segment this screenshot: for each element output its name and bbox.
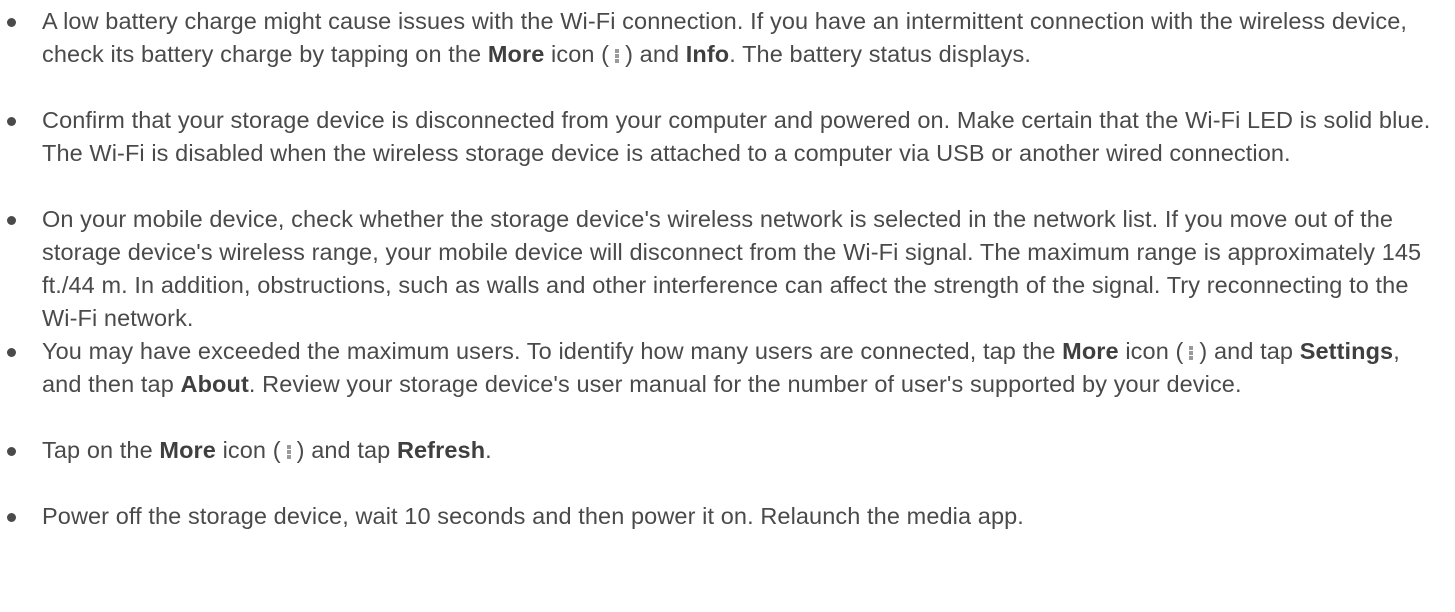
troubleshooting-document: A low battery charge might cause issues … — [0, 0, 1455, 612]
more-icon — [286, 445, 291, 459]
bullet-icon — [7, 513, 16, 522]
tip-text: icon ( — [215, 437, 281, 463]
bullet-icon — [7, 216, 16, 225]
tip-item: On your mobile device, check whether the… — [0, 203, 1455, 335]
more-icon — [615, 49, 620, 63]
tip-text: . The battery status displays. — [729, 41, 1031, 67]
tip-text: . — [485, 437, 492, 463]
emphasized-term: About — [180, 371, 249, 397]
tip-item: Confirm that your storage device is disc… — [0, 104, 1455, 170]
emphasized-term: Settings — [1299, 338, 1394, 364]
tip-text: Power off the storage device, wait 10 se… — [42, 503, 1024, 529]
tip-text: Confirm that your storage device is disc… — [42, 107, 1431, 166]
tip-item: You may have exceeded the maximum users.… — [0, 335, 1455, 401]
tip-text: Tap on the — [42, 437, 160, 463]
tip-text: ) and tap — [1199, 338, 1300, 364]
tip-text: ) and tap — [296, 437, 397, 463]
tip-item: A low battery charge might cause issues … — [0, 5, 1455, 71]
tip-text: icon ( — [544, 41, 610, 67]
emphasized-term: More — [159, 437, 216, 463]
bullet-icon — [7, 18, 16, 27]
tip-text: ) and — [625, 41, 686, 67]
tip-item: Tap on the More icon ( ) and tap Refresh. — [0, 434, 1455, 467]
tip-item: Power off the storage device, wait 10 se… — [0, 500, 1455, 533]
tip-text: On your mobile device, check whether the… — [42, 206, 1422, 331]
emphasized-term: More — [1062, 338, 1119, 364]
bullet-icon — [7, 348, 16, 357]
emphasized-term: More — [487, 41, 545, 67]
emphasized-term: Info — [685, 41, 730, 67]
tip-text: . Review your storage device's user manu… — [248, 371, 1242, 397]
tip-text: icon ( — [1118, 338, 1184, 364]
tip-text: You may have exceeded the maximum users.… — [42, 338, 1063, 364]
more-icon — [1189, 346, 1194, 360]
bullet-icon — [7, 447, 16, 456]
emphasized-term: Refresh — [396, 437, 486, 463]
bullet-icon — [7, 117, 16, 126]
